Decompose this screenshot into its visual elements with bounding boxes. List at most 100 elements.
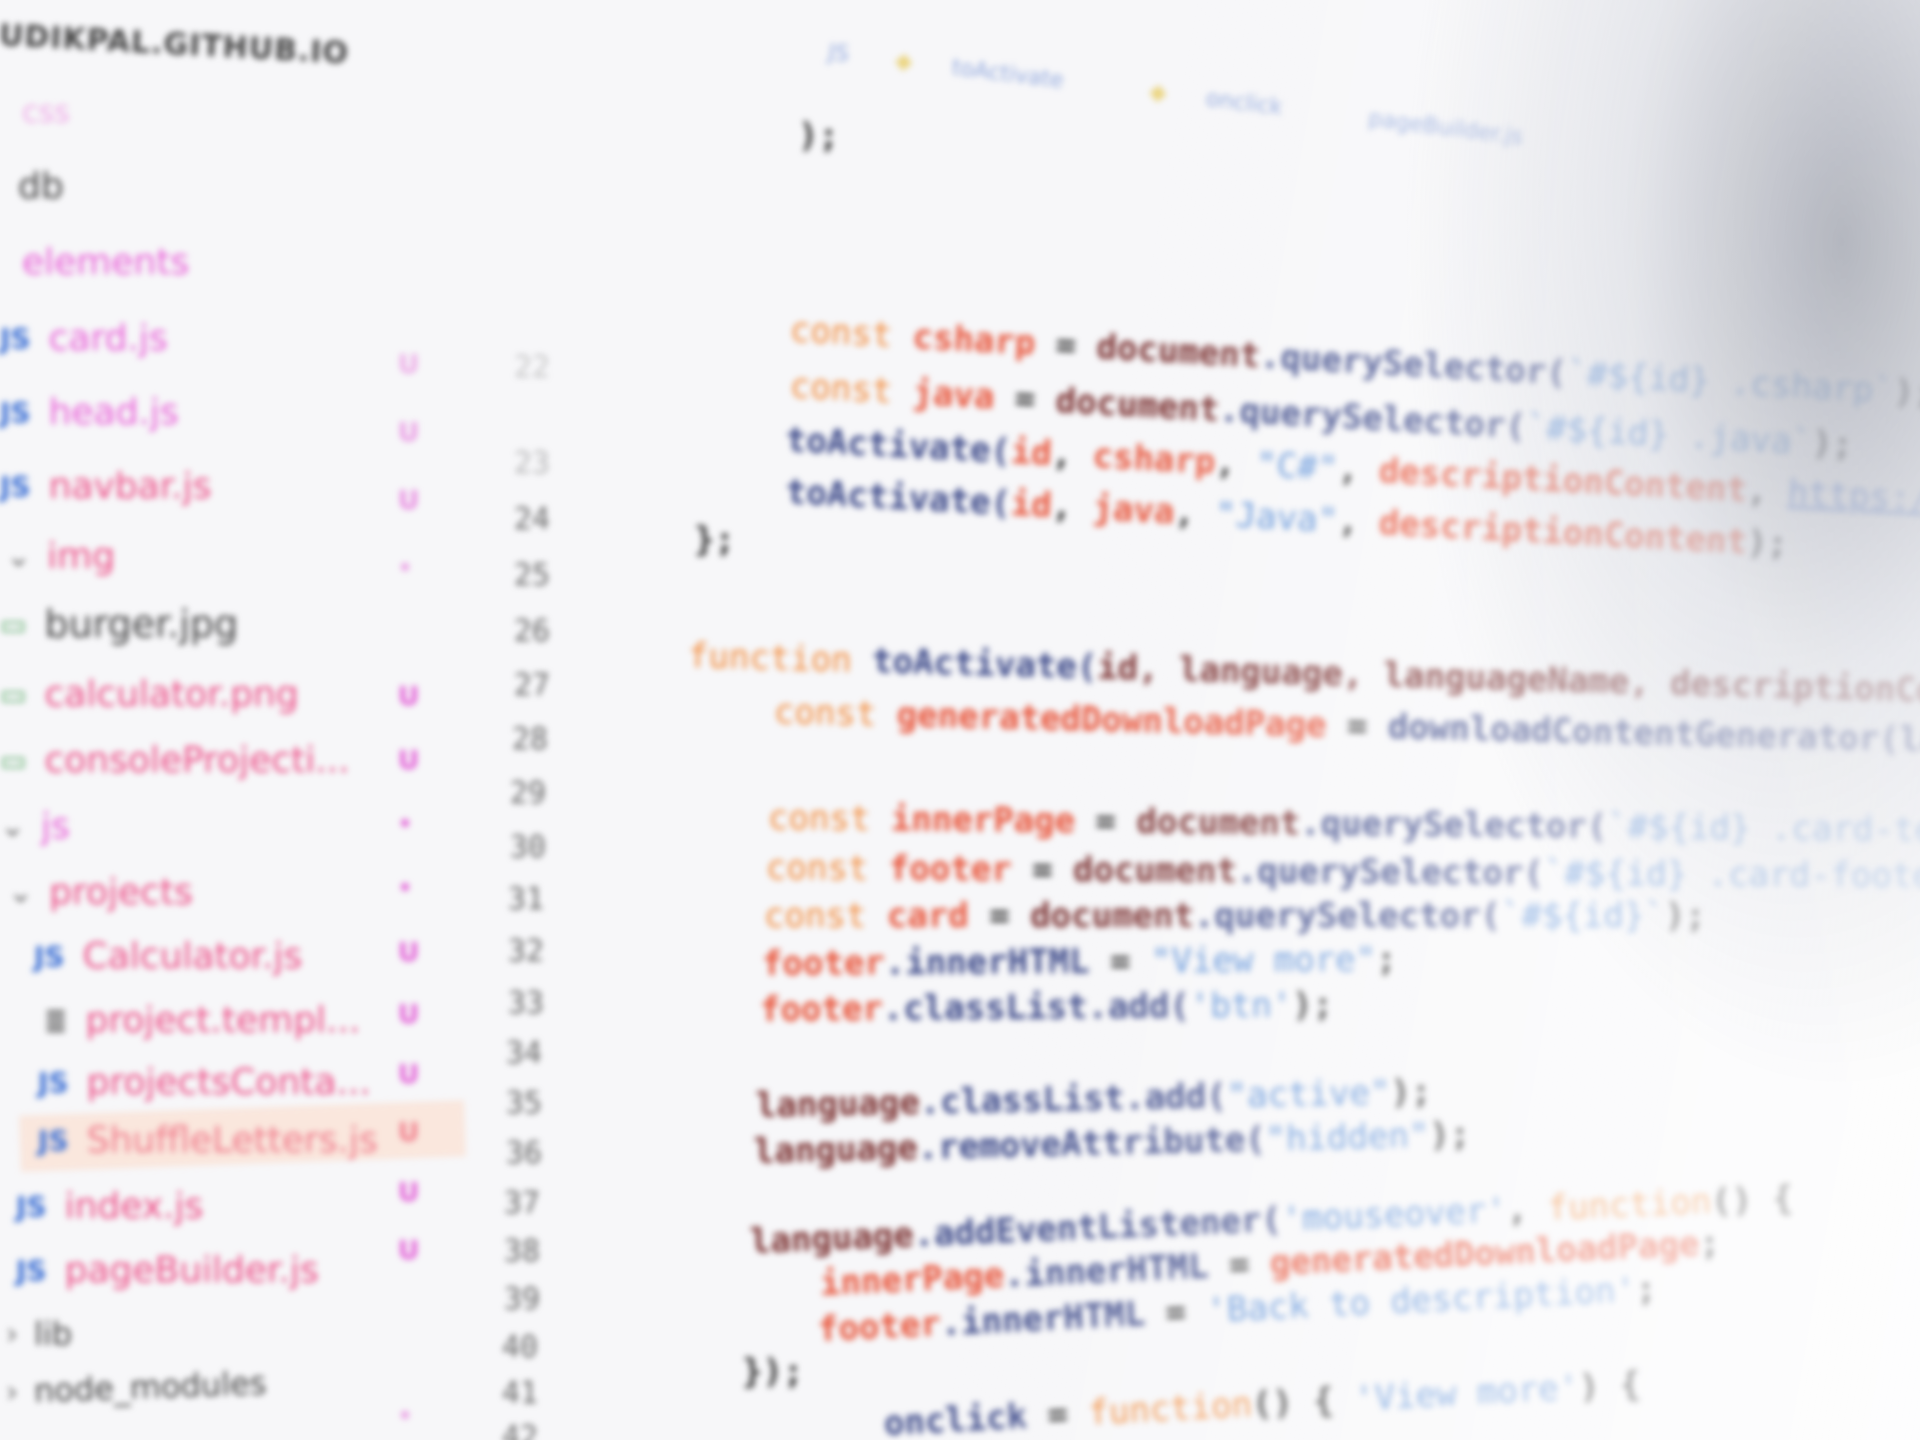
untracked-badge: U xyxy=(398,1000,420,1030)
line-number: 39 xyxy=(503,1282,540,1317)
line-number: 27 xyxy=(513,668,550,703)
untracked-badge: U xyxy=(398,682,420,712)
line-number: 35 xyxy=(505,1086,542,1121)
line-number: 34 xyxy=(505,1036,542,1071)
chevron-right-icon: › xyxy=(6,1316,18,1352)
line-number: 22 xyxy=(513,350,550,385)
tree-item-label: lib xyxy=(34,1315,73,1353)
breadcrumb-js-badge[interactable]: JS xyxy=(827,40,850,67)
tree-file-shuffle-letters-js[interactable]: JS ShuffleLetters.js xyxy=(38,1112,378,1168)
line-number: 24 xyxy=(513,502,550,537)
line-number: 41 xyxy=(501,1376,538,1411)
tree-item-label: elements xyxy=(22,241,190,283)
tree-file-card-js[interactable]: JS card.js xyxy=(0,310,168,366)
image-file-icon: ▭ xyxy=(0,743,27,777)
js-file-icon: JS xyxy=(16,1189,47,1223)
line-number: 26 xyxy=(513,614,550,649)
explorer-sidebar: UDIKPAL.GITHUB.IO css db elements JS car… xyxy=(0,0,470,1440)
symbol-function-icon: ◆ xyxy=(893,48,914,76)
line-number: 25 xyxy=(513,558,550,593)
tree-item-label: db xyxy=(18,165,64,207)
tree-item-label: projects xyxy=(49,871,193,913)
line-number: 37 xyxy=(503,1186,540,1221)
tree-item-label: css xyxy=(22,94,70,130)
screen: UDIKPAL.GITHUB.IO css db elements JS car… xyxy=(0,0,1920,1440)
line-number: 29 xyxy=(509,776,546,811)
tree-folder-projects[interactable]: ⌄ projects xyxy=(8,864,193,920)
tree-file-pagebuilder-js[interactable]: JS pageBuilder.js xyxy=(16,1242,319,1298)
code-line: }); xyxy=(742,1352,804,1392)
code-line: const footer = document.querySelector(`#… xyxy=(765,848,1920,897)
image-file-icon: ▭ xyxy=(0,677,27,711)
blurred-photo-layer: UDIKPAL.GITHUB.IO css db elements JS car… xyxy=(0,0,1920,1440)
tree-folder-node-modules[interactable]: › node_modules xyxy=(5,1355,267,1420)
tree-file-index-js[interactable]: JS index.js xyxy=(16,1178,203,1234)
chevron-down-icon: ⌄ xyxy=(6,538,32,574)
tree-file-navbar-js[interactable]: JS navbar.js xyxy=(0,458,211,514)
modified-dot-badge: • xyxy=(398,812,413,837)
breadcrumb-label: onclick xyxy=(1204,86,1284,121)
modified-dot-badge: • xyxy=(398,556,413,581)
untracked-badge: U xyxy=(398,486,420,516)
js-file-icon: JS xyxy=(0,469,31,503)
js-file-icon: JS xyxy=(16,1253,47,1287)
js-file-icon: JS xyxy=(38,1123,69,1157)
untracked-badge: U xyxy=(398,1178,420,1208)
line-number: 38 xyxy=(503,1234,540,1269)
breadcrumb: JS ◆ toActivate ◆ onclick pageBuilder.js xyxy=(827,40,1564,155)
tree-item-label: Calculator.js xyxy=(82,935,303,977)
line-number: 30 xyxy=(509,830,546,865)
breadcrumb-onclick[interactable]: ◆ onclick xyxy=(1148,79,1323,125)
js-file-icon: JS xyxy=(0,395,31,429)
tree-folder-db[interactable]: db xyxy=(18,158,64,214)
breadcrumb-pagebuilder[interactable]: pageBuilder.js xyxy=(1367,106,1524,150)
tree-item-label: project.templ... xyxy=(85,999,361,1041)
repo-title: UDIKPAL.GITHUB.IO xyxy=(0,18,350,72)
code-line: onclick = function() { 'View more') { xyxy=(882,1364,1642,1440)
line-number: 28 xyxy=(511,722,548,757)
line-number: 23 xyxy=(513,446,550,481)
code-line: const innerPage = document.querySelector… xyxy=(767,798,1920,851)
symbol-function-icon: ◆ xyxy=(1148,79,1169,107)
tree-item-label: navbar.js xyxy=(48,465,212,507)
code-line: }; xyxy=(694,520,735,560)
js-file-icon: JS xyxy=(38,1065,69,1099)
code-line: footer.innerHTML = "View more"; xyxy=(761,939,1397,984)
tree-folder-lib[interactable]: › lib xyxy=(6,1306,72,1362)
tree-file-console-project-png[interactable]: ▭ consoleProjecti... xyxy=(0,732,350,788)
chevron-down-icon: ⌄ xyxy=(8,874,34,910)
breadcrumb-label: toActivate xyxy=(950,55,1065,94)
tree-item-label: pageBuilder.js xyxy=(64,1249,319,1291)
untracked-badge: U xyxy=(398,746,420,776)
line-number: 42 xyxy=(501,1420,538,1440)
tree-file-calculator-png[interactable]: ▭ calculator.png xyxy=(0,666,299,722)
untracked-badge: U xyxy=(398,350,420,380)
code-line: footer.classList.add('btn'); xyxy=(759,984,1334,1030)
tree-file-project-template[interactable]: ≣ project.templ... xyxy=(44,992,360,1048)
tree-file-projects-container-js[interactable]: JS projectsConta... xyxy=(38,1054,371,1110)
line-number: 31 xyxy=(507,882,544,917)
code-editor[interactable]: JS ◆ toActivate ◆ onclick pageBuilder.js 2… xyxy=(480,0,1920,1440)
tree-folder-js[interactable]: ⌄ js xyxy=(0,798,70,854)
tree-file-calculator-js[interactable]: JS Calculator.js xyxy=(34,928,302,984)
tree-item-label: img xyxy=(47,535,116,577)
modified-dot-badge: • xyxy=(398,876,413,901)
line-number: 40 xyxy=(501,1330,538,1365)
tree-item-label: burger.jpg xyxy=(44,602,239,646)
tree-folder-img[interactable]: ⌄ img xyxy=(6,528,115,584)
tree-file-head-js[interactable]: JS head.js xyxy=(0,384,179,440)
line-number: 36 xyxy=(505,1136,542,1171)
code-line: ); xyxy=(798,116,839,156)
code-link[interactable]: https://github.com xyxy=(1787,473,1920,532)
tree-item-label: js xyxy=(41,805,70,847)
untracked-badge: U xyxy=(398,938,420,968)
modified-dot-badge: • xyxy=(398,1404,413,1429)
tree-folder-css[interactable]: css xyxy=(22,84,70,140)
line-number: 33 xyxy=(507,986,544,1021)
untracked-badge: U xyxy=(398,1236,420,1266)
breadcrumb-to-activate[interactable]: ◆ toActivate xyxy=(894,48,1105,98)
tree-file-burger-jpg[interactable]: ▭ burger.jpg xyxy=(0,596,238,652)
tree-folder-elements[interactable]: elements xyxy=(22,234,189,290)
chevron-right-icon: › xyxy=(5,1374,19,1410)
line-number: 32 xyxy=(507,934,544,969)
